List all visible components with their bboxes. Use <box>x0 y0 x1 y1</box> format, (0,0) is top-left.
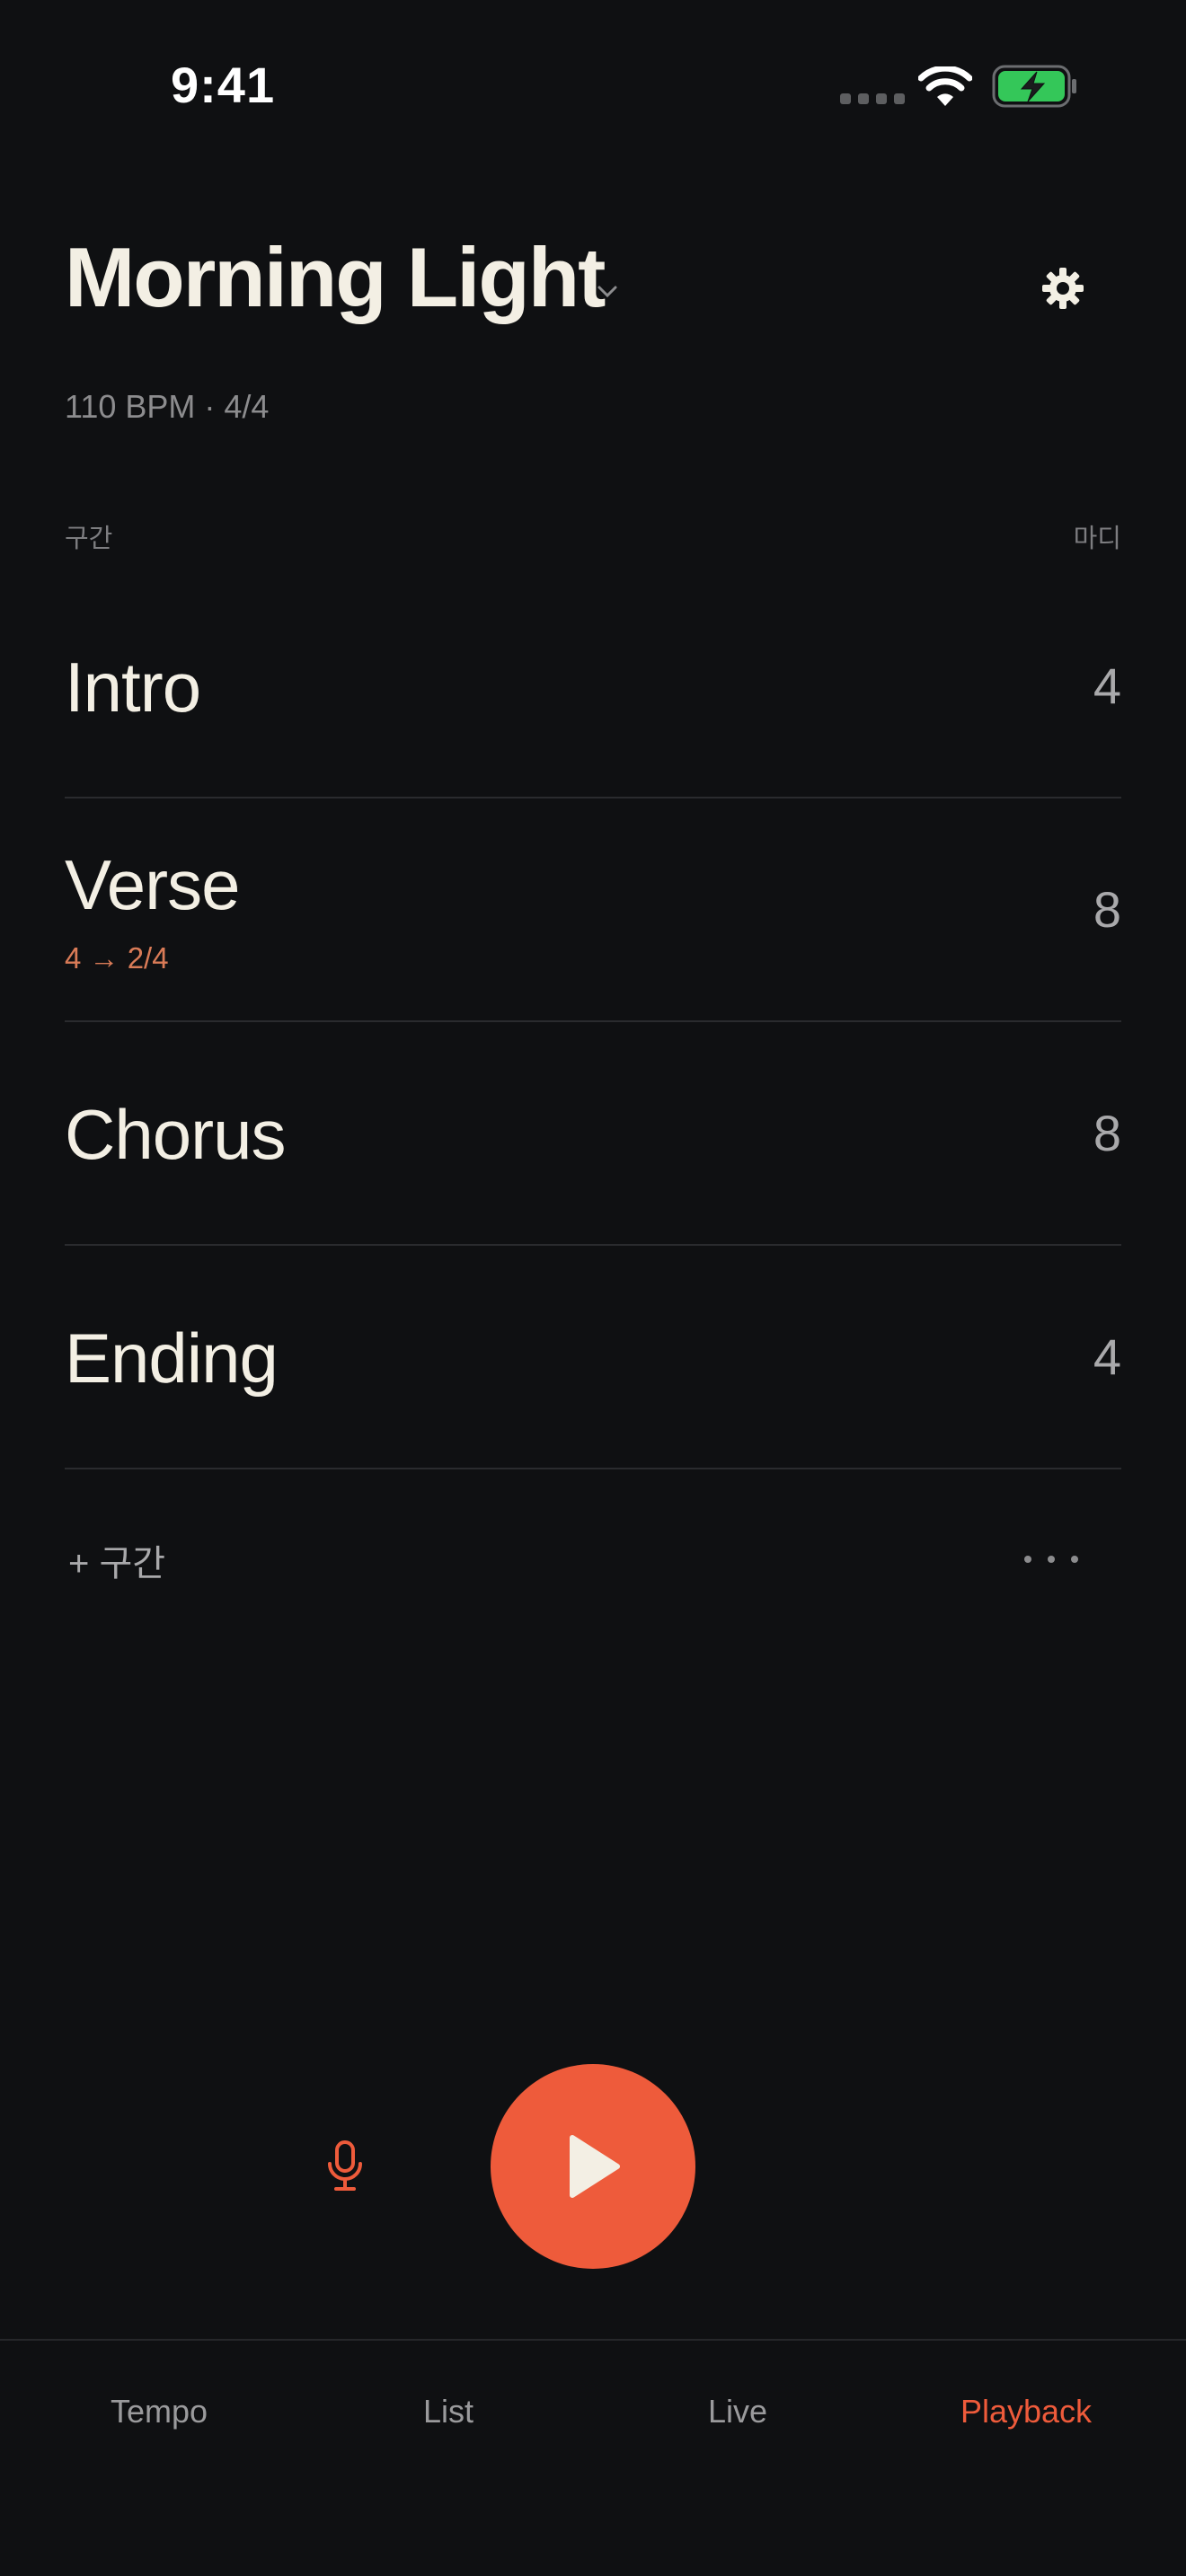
tab-live[interactable]: Live <box>708 2393 767 2430</box>
play-icon <box>570 2135 620 2198</box>
section-bars: 4 <box>1093 657 1121 714</box>
section-list: Intro 4 Verse 8 4 → 2/4 Chorus 8 Ending … <box>65 575 1121 1469</box>
more-horizontal-icon[interactable] <box>1024 1556 1078 1563</box>
song-meta: 110 BPM · 4/4 <box>65 388 270 425</box>
chevron-down-icon[interactable] <box>597 284 618 304</box>
app-screen: 9:41 Morning Light 110 BPM · 4/4 구간 마디 I… <box>0 0 1186 2576</box>
section-row[interactable]: Chorus 8 <box>65 1022 1121 1246</box>
section-bars: 4 <box>1093 1328 1121 1385</box>
play-button[interactable] <box>491 2064 695 2269</box>
section-bars: 8 <box>1093 881 1121 938</box>
tab-playback[interactable]: Playback <box>960 2393 1092 2430</box>
section-row[interactable]: Verse 8 4 → 2/4 <box>65 798 1121 1022</box>
section-name: Verse <box>65 845 240 924</box>
section-name: Intro <box>65 648 201 727</box>
battery-charging-icon <box>992 65 1078 112</box>
section-bars: 8 <box>1093 1105 1121 1161</box>
status-time: 9:41 <box>171 57 276 113</box>
section-time-signature-change: 4 → 2/4 <box>65 941 169 975</box>
signal-icon <box>840 93 905 104</box>
song-title[interactable]: Morning Light <box>65 235 606 320</box>
section-name: Chorus <box>65 1095 286 1174</box>
section-row[interactable]: Ending 4 <box>65 1246 1121 1469</box>
tab-bar: Tempo List Live Playback <box>0 2339 1186 2576</box>
column-header-section: 구간 <box>65 525 113 553</box>
add-section-button[interactable]: + 구간 <box>68 1534 165 1586</box>
wifi-icon <box>917 65 973 112</box>
gear-icon[interactable] <box>1040 266 1085 315</box>
microphone-icon[interactable] <box>325 2139 365 2198</box>
tab-tempo[interactable]: Tempo <box>111 2393 208 2430</box>
tab-list[interactable]: List <box>423 2393 474 2430</box>
column-header-bars: 마디 <box>1073 525 1121 553</box>
section-name: Ending <box>65 1319 279 1398</box>
section-row[interactable]: Intro 4 <box>65 575 1121 798</box>
